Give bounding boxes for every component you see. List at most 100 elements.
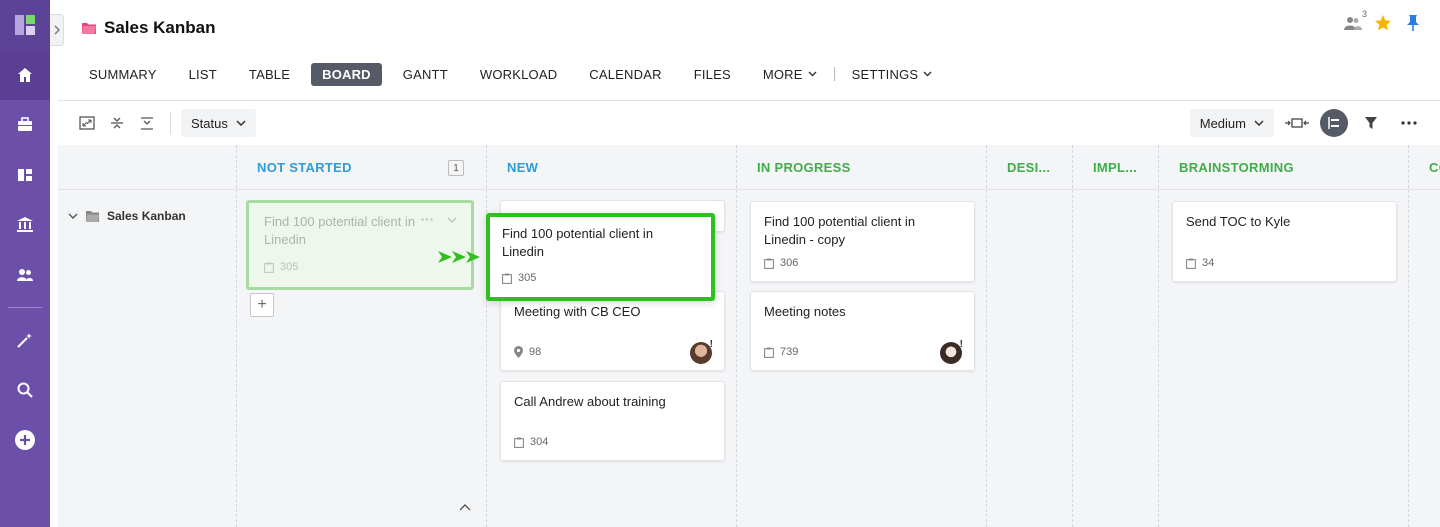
tab-more-label: MORE <box>762 66 803 82</box>
favorite-button[interactable] <box>1374 14 1392 32</box>
sidebar-item-home[interactable] <box>0 50 50 100</box>
expand-icon <box>141 117 153 130</box>
card-meta: 305 <box>502 272 536 284</box>
sidebar-item-create[interactable] <box>0 415 50 465</box>
card-id: 306 <box>780 257 799 269</box>
priority-flag: ! <box>709 339 713 350</box>
column-title[interactable]: NOT STARTED <box>257 160 352 175</box>
kanban-card[interactable]: Meeting with CB CEO 98 ! <box>500 291 725 371</box>
dashboard-icon <box>18 169 32 181</box>
sidebar-item-dashboards[interactable] <box>0 150 50 200</box>
search-icon <box>17 382 33 398</box>
drag-direction-arrows <box>438 251 480 263</box>
filter-button[interactable] <box>1356 108 1386 138</box>
toolbar-right: Medium <box>1189 108 1424 138</box>
tabs-divider <box>833 67 835 81</box>
sidebar-item-portfolio[interactable] <box>0 100 50 150</box>
star-icon <box>1375 15 1391 31</box>
folder-icon <box>82 23 96 34</box>
tab-workload[interactable]: WORKLOAD <box>469 63 568 86</box>
clipboard-icon <box>764 347 774 358</box>
pin-button[interactable] <box>1404 14 1422 32</box>
kanban-board: Sales Kanban NOT STARTED 1 Find 100 pote… <box>58 145 1440 527</box>
swimlane-group-label: Sales Kanban <box>107 209 186 223</box>
tab-calendar[interactable]: CALENDAR <box>578 63 672 86</box>
board-toolbar: Status Medium <box>58 101 1440 145</box>
column-in-progress: IN PROGRESS Find 100 potential client in… <box>736 145 986 527</box>
column-title[interactable]: DESI... <box>1007 160 1050 175</box>
sidebar-divider <box>8 307 42 308</box>
tab-more[interactable]: MORE <box>752 63 828 86</box>
more-options-button[interactable] <box>1394 108 1424 138</box>
briefcase-icon <box>18 117 32 131</box>
column-title[interactable]: IMPL... <box>1093 160 1137 175</box>
location-pin-icon <box>514 346 523 358</box>
chevron-up-icon[interactable] <box>459 503 471 511</box>
column-title[interactable]: BRAINSTORMING <box>1179 160 1294 175</box>
kanban-card[interactable]: Find 100 potential client in Linedin - c… <box>750 201 975 282</box>
add-card-button[interactable]: + <box>250 293 274 317</box>
app-logo[interactable] <box>0 0 50 50</box>
column-new: NEW Meeting with CB CEO 98 ! Call Andrew… <box>486 145 736 527</box>
tab-files[interactable]: FILES <box>683 63 742 86</box>
sidebar-item-automation[interactable] <box>0 315 50 365</box>
members-button[interactable]: 3 <box>1344 9 1367 32</box>
clipboard-icon <box>1186 258 1196 269</box>
kanban-card[interactable]: Send TOC to Kyle 34 <box>1172 201 1397 282</box>
swimlane-group[interactable]: Sales Kanban <box>68 209 186 223</box>
card-fields-button[interactable] <box>1320 109 1348 137</box>
chevron-down-icon <box>1254 120 1264 126</box>
group-by-dropdown[interactable]: Status <box>181 109 256 137</box>
chevron-down-icon <box>447 217 457 223</box>
column-title[interactable]: CO <box>1429 160 1440 175</box>
sidebar-item-workspace[interactable] <box>0 200 50 250</box>
collapse-icon <box>111 117 123 129</box>
card-size-dropdown[interactable]: Medium <box>1189 109 1274 137</box>
group-by-value: Status <box>191 115 228 131</box>
chevron-down-icon <box>68 213 78 219</box>
sidebar-item-search[interactable] <box>0 365 50 415</box>
members-count: 3 <box>1361 9 1367 19</box>
folder-icon <box>86 210 99 222</box>
more-dots-icon <box>1401 121 1417 125</box>
kanban-card[interactable]: Meeting notes 739 ! <box>750 291 975 371</box>
view-tabs: SUMMARY LIST TABLE BOARD GANTT WORKLOAD … <box>78 62 953 86</box>
tab-list[interactable]: LIST <box>178 63 228 86</box>
expand-all-button[interactable] <box>132 108 162 138</box>
column-title[interactable]: NEW <box>507 160 538 175</box>
sidebar-expand-toggle[interactable] <box>50 14 64 46</box>
collapse-all-button[interactable] <box>102 108 132 138</box>
tab-table[interactable]: TABLE <box>238 63 301 86</box>
chevron-down-icon <box>236 120 246 126</box>
logo-icon <box>15 15 35 35</box>
dragged-card[interactable]: Find 100 potential client in Linedin 305 <box>486 213 715 301</box>
fullscreen-button[interactable] <box>72 108 102 138</box>
column-implementation: IMPL... <box>1072 145 1158 527</box>
card-meta: 305 <box>264 261 298 273</box>
tab-settings[interactable]: SETTINGS <box>841 63 944 86</box>
card-title: Meeting notes <box>764 304 846 319</box>
kanban-card[interactable]: Call Andrew about training 304 <box>500 381 725 461</box>
pin-icon <box>1407 15 1419 31</box>
card-id: 739 <box>780 346 799 358</box>
card-size-value: Medium <box>1199 115 1246 131</box>
column-partial: CO <box>1408 145 1440 527</box>
sidebar-item-people[interactable] <box>0 250 50 300</box>
tab-gantt[interactable]: GANTT <box>392 63 459 86</box>
members-icon <box>1344 17 1362 30</box>
clipboard-icon <box>502 273 512 284</box>
card-meta: 98 <box>514 346 541 358</box>
swimlane-button[interactable] <box>1282 108 1312 138</box>
magic-wand-icon <box>17 333 32 348</box>
list-settings-icon <box>1328 117 1339 129</box>
home-icon <box>18 68 32 82</box>
column-title[interactable]: IN PROGRESS <box>757 160 851 175</box>
card-meta: 34 <box>1186 257 1214 269</box>
tab-board[interactable]: BOARD <box>311 62 382 86</box>
left-sidebar <box>0 0 50 527</box>
card-title: Call Andrew about training <box>514 394 666 409</box>
tab-summary[interactable]: SUMMARY <box>78 63 168 86</box>
column-design: DESI... <box>986 145 1072 527</box>
filter-icon <box>1365 117 1377 129</box>
app-window: Sales Kanban 3 SUMMARY LIST TABLE BOARD … <box>0 0 1440 527</box>
